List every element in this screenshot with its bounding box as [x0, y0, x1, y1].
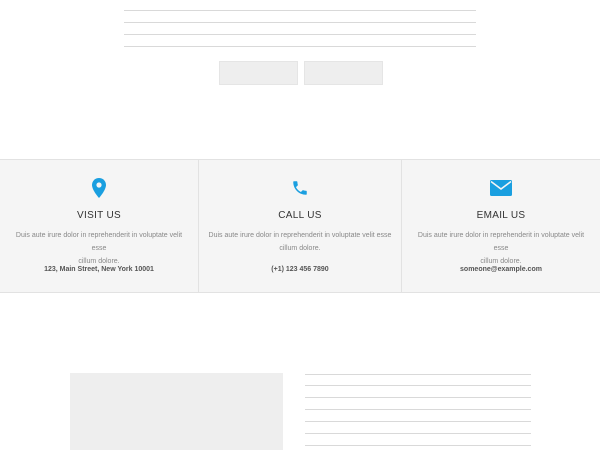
contact-title: CALL US [278, 210, 322, 221]
text-line [305, 409, 531, 410]
top-form-lines [124, 0, 476, 50]
phone-icon [289, 178, 311, 198]
text-line [305, 397, 531, 398]
text-line [305, 385, 531, 386]
text-line [305, 433, 531, 434]
contact-title: VISIT US [77, 210, 121, 221]
contact-address: 123, Main Street, New York 10001 [44, 266, 154, 273]
envelope-icon [490, 178, 512, 198]
bottom-text-lines [305, 374, 531, 450]
contact-description: Duis aute irure dolor in reprehenderit i… [208, 232, 392, 252]
contact-email-address[interactable]: someone@example.com [402, 266, 600, 273]
form-line [124, 46, 476, 47]
form-line [124, 34, 476, 35]
placeholder-button-left[interactable] [219, 61, 298, 85]
image-placeholder [70, 373, 283, 450]
contact-call: CALL US Duis aute irure dolor in reprehe… [198, 160, 401, 292]
contact-phone: (+1) 123 456 7890 [271, 266, 329, 273]
map-pin-icon [88, 178, 110, 198]
contact-strip: VISIT US Duis aute irure dolor in repreh… [0, 159, 600, 293]
text-line [305, 445, 531, 446]
contact-visit: VISIT US Duis aute irure dolor in repreh… [0, 160, 198, 292]
placeholder-button-right[interactable] [304, 61, 383, 85]
contact-email: EMAIL US Duis aute irure dolor in repreh… [401, 160, 600, 292]
contact-description: Duis aute irure dolor in reprehenderit i… [15, 232, 183, 265]
contact-description: Duis aute irure dolor in reprehenderit i… [417, 232, 585, 265]
form-line [124, 10, 476, 11]
form-line [124, 22, 476, 23]
text-line [305, 421, 531, 422]
text-line [305, 374, 531, 375]
contact-title: EMAIL US [476, 210, 526, 221]
